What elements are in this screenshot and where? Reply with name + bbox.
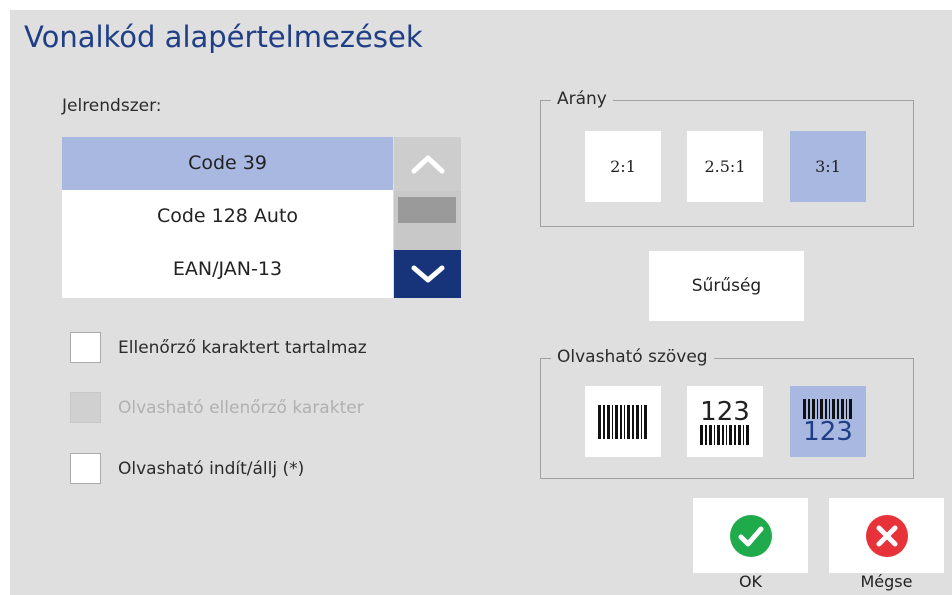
ratio-option-3-1[interactable]: 3:1 xyxy=(790,131,866,202)
text-below-barcode-icon xyxy=(802,398,854,419)
density-button[interactable]: Sűrűség xyxy=(649,251,804,321)
barcode-defaults-dialog: Vonalkód alapértelmezések Jelrendszer: C… xyxy=(10,10,952,595)
readable-check-character-checkbox xyxy=(70,392,101,423)
include-check-character-checkbox[interactable] xyxy=(70,332,101,363)
checkbox-label: Ellenőrző karaktert tartalmaz xyxy=(118,337,367,358)
barcode-no-text-option[interactable] xyxy=(585,386,661,457)
symbology-list: Code 39 Code 128 Auto EAN/JAN-13 xyxy=(62,137,393,298)
checkbox-row-readable-check-character: Olvasható ellenőrző karakter xyxy=(70,392,364,423)
page-title: Vonalkód alapértelmezések xyxy=(24,20,423,54)
scroll-down-button[interactable] xyxy=(394,250,461,298)
list-item[interactable]: Code 39 xyxy=(62,137,393,190)
text-below-barcode-number: 123 xyxy=(803,416,853,447)
readable-start-stop-checkbox[interactable] xyxy=(70,453,101,484)
ok-label: OK xyxy=(738,572,763,591)
close-icon xyxy=(865,514,908,557)
text-above-barcode-icon xyxy=(699,424,751,445)
checkbox-row-check-character[interactable]: Ellenőrző karaktert tartalmaz xyxy=(70,332,367,363)
chevron-up-icon xyxy=(411,155,444,174)
ok-button[interactable] xyxy=(693,498,808,573)
checkbox-row-start-stop[interactable]: Olvasható indít/állj (*) xyxy=(70,453,304,484)
ratio-option-2-1[interactable]: 2:1 xyxy=(585,131,661,202)
scroll-up-button[interactable] xyxy=(394,137,461,191)
text-below-barcode-option[interactable]: 123 xyxy=(790,386,866,457)
list-item[interactable]: Code 128 Auto xyxy=(62,190,393,243)
checkbox-label: Olvasható indít/állj (*) xyxy=(118,458,305,479)
scroll-thumb[interactable] xyxy=(398,197,456,223)
text-above-barcode-number: 123 xyxy=(700,396,750,427)
checkbox-label: Olvasható ellenőrző karakter xyxy=(118,397,364,418)
checkmark-icon xyxy=(729,514,772,557)
text-above-barcode-option[interactable]: 123 xyxy=(687,386,763,457)
ratio-option-2-5-1[interactable]: 2.5:1 xyxy=(687,131,763,202)
chevron-down-icon xyxy=(411,265,444,283)
symbology-scrollbar[interactable] xyxy=(394,137,461,298)
symbology-label: Jelrendszer: xyxy=(62,96,162,116)
cancel-label: Mégse xyxy=(860,572,913,591)
list-item[interactable]: EAN/JAN-13 xyxy=(62,243,393,296)
ratio-legend: Arány xyxy=(551,89,613,109)
cancel-button[interactable] xyxy=(829,498,944,573)
barcode-no-text-icon xyxy=(597,404,649,439)
readable-text-legend: Olvasható szöveg xyxy=(551,347,714,367)
